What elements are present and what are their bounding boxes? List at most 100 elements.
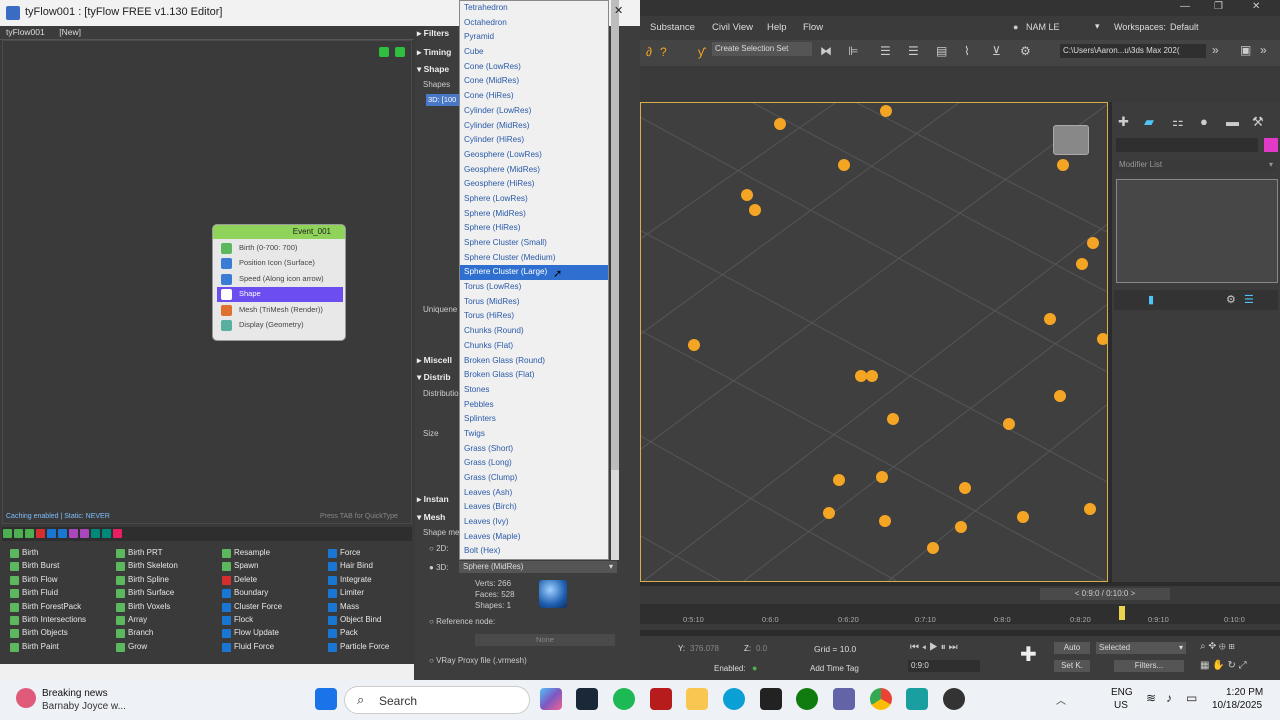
palette-item[interactable]: Birth Flow [10,575,86,588]
tab-tyflow001[interactable]: tyFlow001 [0,26,51,38]
mirror-icon[interactable]: ⧓ [820,44,832,58]
dropdown-option[interactable]: Cone (MidRes) [460,74,608,89]
modify-tab-icon[interactable]: ▰ [1144,114,1154,130]
object-name-field[interactable] [1116,138,1258,152]
op-display[interactable]: Display (Geometry) [217,318,343,333]
add-time-tag[interactable]: Add Time Tag [810,664,859,673]
dropdown-option[interactable]: Geosphere (HiRes) [460,177,608,192]
dropdown-option[interactable]: Sphere (HiRes) [460,221,608,236]
close-icon[interactable]: ✕ [1252,1,1260,12]
palette-item[interactable]: Particle Force [328,642,389,655]
dropdown-option[interactable]: Grass (Long) [460,456,608,471]
dropdown-option[interactable]: Twigs [460,427,608,442]
utilities-tab-icon[interactable]: ⚒ [1252,114,1264,130]
shape-dropdown-list[interactable]: Tetrahedron Octahedron Pyramid Cube Cone… [459,0,609,560]
set-key-button[interactable]: Set K. [1054,660,1090,672]
radio-2d[interactable]: ○ 2D: [429,544,449,553]
palette-item[interactable]: Birth Surface [116,588,178,601]
close-icon[interactable]: ✕ [614,4,626,18]
display-tab-icon[interactable]: ▬ [1226,114,1239,129]
current-time-field[interactable]: 0:9:0 [908,660,980,672]
palette-item[interactable]: Force [328,548,389,561]
teams-icon[interactable] [833,688,855,710]
dropdown-option[interactable]: Octahedron [460,16,608,31]
op-speed[interactable]: Speed (Along icon arrow) [217,272,343,287]
shape-3d-dropdown[interactable]: Sphere (MidRes) ▾ [459,561,617,573]
category-icon[interactable] [69,529,78,538]
news-title[interactable]: Breaking news [42,688,108,699]
playback-controls-icon[interactable]: ⏮ ◂ ▶ ⏸ ⏭ [910,642,958,653]
palette-item[interactable]: Pack [328,628,389,641]
xbox-icon[interactable] [796,688,818,710]
material-editor-icon[interactable]: ⚙ [1020,44,1031,58]
dropdown-option[interactable]: Geosphere (MidRes) [460,163,608,178]
dropdown-option-highlighted[interactable]: Sphere Cluster (Large) [460,265,608,281]
bind-icon[interactable]: ƴ [698,45,704,59]
maximize-icon[interactable]: ❐ [1214,1,1223,12]
dropdown-option[interactable]: Bolt (Hex) [460,544,608,559]
category-icon[interactable] [113,529,122,538]
copilot-icon[interactable] [540,688,562,710]
language-label[interactable]: ENG [1111,687,1133,698]
workspace-select[interactable]: Default [1170,22,1199,32]
more-chevron-icon[interactable]: » [1212,43,1219,57]
palette-item[interactable]: Fluid Force [222,642,282,655]
file-explorer-icon[interactable] [686,688,708,710]
schematic-icon[interactable]: ⊻ [992,44,1001,58]
palette-item[interactable]: Boundary [222,588,282,601]
category-icon[interactable] [91,529,100,538]
palette-item[interactable]: Hair Bind [328,561,389,574]
dropdown-option[interactable]: Sphere Cluster (Small) [460,236,608,251]
category-icon[interactable] [25,529,34,538]
dropdown-option[interactable]: Geosphere (LowRes) [460,148,608,163]
volume-icon[interactable]: ♪ [1166,691,1172,705]
news-icon[interactable] [16,688,36,708]
dropdown-option[interactable]: Sphere (MidRes) [460,207,608,222]
enabled-toggle-icon[interactable]: ● [752,663,757,673]
menu-civil-view[interactable]: Civil View [712,22,753,33]
palette-item[interactable]: Delete [222,575,282,588]
palette-item[interactable]: Birth [10,548,86,561]
news-subtitle[interactable]: Barnaby Joyce w... [42,701,126,712]
auto-key-button[interactable]: Auto [1054,642,1090,654]
reference-node-picker[interactable]: None [475,634,615,646]
menu-help[interactable]: Help [767,22,787,33]
dropdown-option[interactable]: Torus (HiRes) [460,309,608,324]
key-mode-icon[interactable]: ✚ [1020,642,1037,667]
palette-item[interactable]: Flow Update [222,628,282,641]
navigation-icons[interactable]: ▦ ✋ ↻ ⤢ [1200,660,1247,671]
dropdown-option[interactable]: Tetrahedron [460,1,608,16]
scene-explorer-icon[interactable]: ▤ [936,44,947,58]
steam-icon[interactable] [576,688,598,710]
dropdown-option[interactable]: Cylinder (HiRes) [460,133,608,148]
dropdown-option[interactable]: Cone (HiRes) [460,89,608,104]
palette-item[interactable]: Integrate [328,575,389,588]
category-icon[interactable] [80,529,89,538]
category-icon[interactable] [102,529,111,538]
vray-proxy-option[interactable]: ○ VRay Proxy file (.vrmesh) [429,656,527,665]
dropdown-option[interactable]: Broken Glass (Flat) [460,368,608,383]
event-node[interactable]: Event_001 Birth (0-700: 700) Position Ic… [213,225,345,340]
tab-new[interactable]: [New] [53,26,87,38]
edge-icon[interactable] [723,688,745,710]
next-frame-icon[interactable]: > [1128,589,1136,598]
more-chevron-icon[interactable]: » [1260,43,1267,57]
palette-item[interactable]: Birth Fluid [10,588,86,601]
dropdown-option[interactable]: Pebbles [460,398,608,413]
palette-item[interactable]: Spawn [222,561,282,574]
track-bar[interactable]: 0:5:10 0:6:0 0:6:20 0:7:10 0:8:0 0:8:20 … [640,604,1280,624]
refresh-icon[interactable] [395,47,405,57]
prev-frame-icon[interactable]: < [1075,589,1082,598]
category-icon[interactable] [58,529,67,538]
chevron-down-icon[interactable]: ▾ [1095,21,1100,32]
clock-date[interactable]: 10/18/2025 [1212,700,1262,711]
layer-icon[interactable]: ☰ [880,44,891,58]
curve-editor-icon[interactable]: ⌇ [964,44,970,58]
wifi-icon[interactable]: ≋ [1146,691,1156,705]
palette-item[interactable]: Birth Skeleton [116,561,178,574]
windows-start-icon[interactable] [315,688,337,710]
flow-canvas[interactable] [2,40,412,524]
op-shape[interactable]: Shape [217,287,343,302]
category-icon[interactable] [14,529,23,538]
radio-3d[interactable]: ● 3D: [429,563,449,572]
